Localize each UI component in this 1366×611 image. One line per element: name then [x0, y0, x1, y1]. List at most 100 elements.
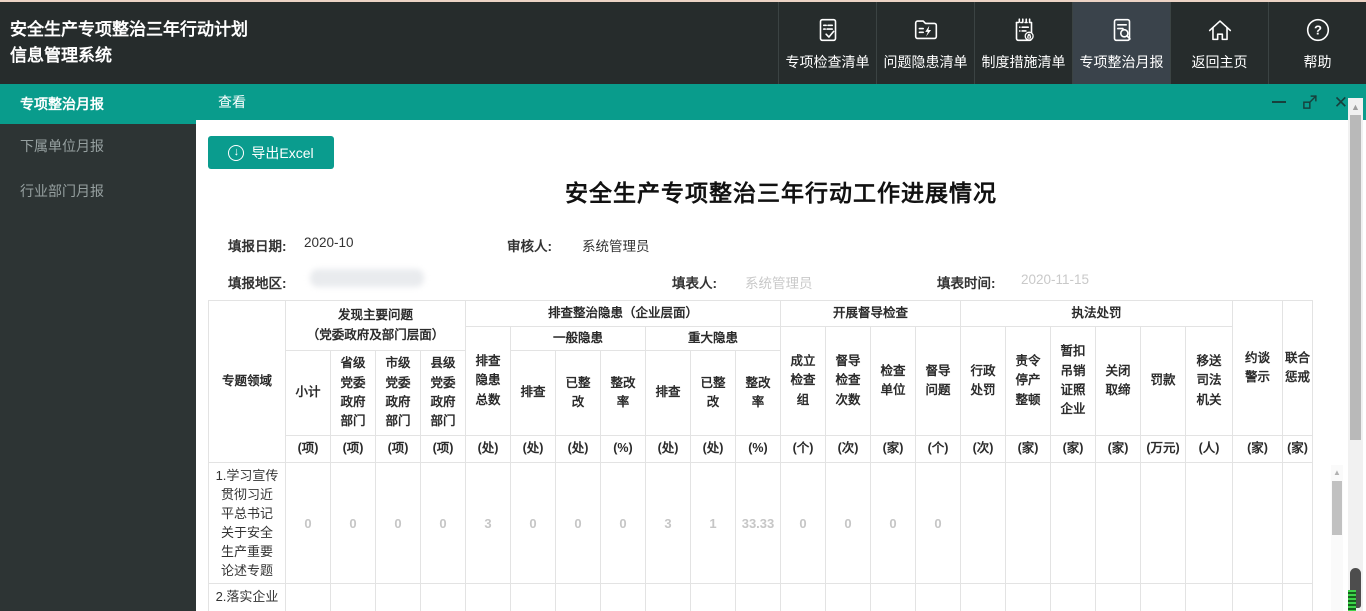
- value-cell: 3: [646, 463, 691, 584]
- export-excel-label: 导出Excel: [251, 143, 313, 163]
- value-cell: [691, 584, 736, 611]
- value-cell: [1096, 463, 1141, 584]
- value-cell: 0: [781, 463, 826, 584]
- value-cell: 0: [421, 463, 466, 584]
- value-cell: 0: [331, 463, 376, 584]
- unit-cell: (处): [691, 436, 736, 463]
- header-provincial: 省级 党委 政府 部门: [331, 351, 376, 436]
- header-supervision-issues: 督导 问题: [916, 327, 961, 436]
- close-icon[interactable]: ✕: [1334, 94, 1348, 111]
- value-cell: [916, 584, 961, 611]
- grip-stripes-decoration: [1348, 590, 1356, 611]
- header-stop-production: 责令 停产 整顿: [1006, 327, 1051, 436]
- header-admin-penalty: 行政 处罚: [961, 327, 1006, 436]
- inspection-checklist-icon: [813, 15, 843, 45]
- header-group-major-hazards: 重大隐患: [646, 327, 781, 351]
- sidebar-item-special-rectification-monthly-report[interactable]: 专项整治月报: [0, 84, 196, 124]
- unit-cell: (家): [1283, 436, 1313, 463]
- header-suspend-license: 暂扣 吊销 证照 企业: [1051, 327, 1096, 436]
- value-cell: [1006, 463, 1051, 584]
- unit-cell: (处): [466, 436, 511, 463]
- header-check-groups: 成立 检查 组: [781, 327, 826, 436]
- header-interview-warning: 约谈 警示: [1233, 301, 1283, 436]
- value-cell: 1: [691, 463, 736, 584]
- value-cell: [421, 584, 466, 611]
- value-cell: 0: [376, 463, 421, 584]
- unit-cell: (次): [826, 436, 871, 463]
- page-scrollbar-thumb[interactable]: [1350, 115, 1361, 440]
- table-scrollbar[interactable]: ▲: [1331, 465, 1343, 611]
- unit-cell: (%): [736, 436, 781, 463]
- value-cell: 0: [871, 463, 916, 584]
- top-nav: 专项检查清单 问题隐患清单: [778, 2, 1366, 84]
- nav-item-help[interactable]: ? 帮助: [1268, 2, 1366, 84]
- minimize-icon[interactable]: [1272, 101, 1286, 103]
- header-group-problems: 发现主要问题 （党委政府及部门层面）: [286, 301, 466, 351]
- scroll-up-icon[interactable]: ▲: [1331, 465, 1343, 477]
- unit-cell: (%): [601, 436, 646, 463]
- unit-cell: (项): [376, 436, 421, 463]
- value-cell: 0: [826, 463, 871, 584]
- export-excel-button[interactable]: ↓ 导出Excel: [208, 136, 334, 169]
- header-shutdown: 关闭 取缔: [1096, 327, 1141, 436]
- form-filler-value: 系统管理员: [745, 272, 813, 292]
- value-cell: 0: [601, 463, 646, 584]
- unit-row: (项) (项) (项) (项) (处) (处) (处) (%) (处) (处) …: [209, 436, 1313, 463]
- value-cell: [1233, 463, 1283, 584]
- value-cell: [1186, 463, 1233, 584]
- app-title: 安全生产专项整治三年行动计划 信息管理系统: [0, 2, 248, 84]
- nav-item-home[interactable]: 返回主页: [1170, 2, 1268, 84]
- header-group-hazards: 排查整治隐患（企业层面）: [466, 301, 781, 327]
- value-cell: [331, 584, 376, 611]
- page-scrollbar[interactable]: ▲: [1348, 98, 1363, 611]
- header-topic: 专题领域: [209, 301, 286, 463]
- svg-text:?: ?: [1313, 22, 1321, 37]
- nav-item-measures-list[interactable]: 制度措施清单: [974, 2, 1072, 84]
- issue-hazard-list-icon: [911, 15, 941, 45]
- nav-item-issue-hazard-list[interactable]: 问题隐患清单: [876, 2, 974, 84]
- fill-time-value: 2020-11-15: [1021, 272, 1089, 287]
- header-group-enforcement: 执法处罚: [961, 301, 1233, 327]
- value-cell: [736, 584, 781, 611]
- header-hazard-total: 排查 隐患 总数: [466, 327, 511, 436]
- nav-item-monthly-report[interactable]: 专项整治月报: [1072, 2, 1170, 84]
- value-cell: [1096, 584, 1141, 611]
- scroll-up-icon[interactable]: ▲: [1348, 98, 1363, 112]
- view-tab-bar: 查看 ✕: [196, 84, 1366, 120]
- progress-table-grid: 专题领域 发现主要问题 （党委政府及部门层面） 排查整治隐患（企业层面） 开展督…: [208, 300, 1313, 611]
- report-date-value: 2020-10: [304, 235, 354, 250]
- sidebar-item-industry-department-monthly-report[interactable]: 行业部门月报: [0, 169, 196, 214]
- header-major-rate: 整改 率: [736, 351, 781, 436]
- value-cell: [1051, 463, 1096, 584]
- table-row: 1.学习宣传 贯彻习近 平总书记 关于安全 生产重要 论述专题 0 0 0 0 …: [209, 463, 1313, 584]
- value-cell: [286, 584, 331, 611]
- reviewer-label: 审核人:: [507, 235, 552, 255]
- report-region-redacted: [310, 269, 424, 287]
- header-judicial-transfer: 移送 司法 机关: [1186, 327, 1233, 436]
- unit-cell: (处): [556, 436, 601, 463]
- value-cell: [1186, 584, 1233, 611]
- value-cell: [511, 584, 556, 611]
- value-cell: [1233, 584, 1283, 611]
- progress-table: 专题领域 发现主要问题 （党委政府及部门层面） 排查整治隐患（企业层面） 开展督…: [208, 300, 1330, 611]
- value-cell: 0: [916, 463, 961, 584]
- header-checked-units: 检查 单位: [871, 327, 916, 436]
- nav-item-label: 专项检查清单: [786, 52, 870, 72]
- value-cell: 3: [466, 463, 511, 584]
- monthly-report-icon: [1107, 15, 1137, 45]
- unit-cell: (个): [781, 436, 826, 463]
- nav-item-label: 问题隐患清单: [884, 52, 968, 72]
- nav-item-inspection-checklist[interactable]: 专项检查清单: [778, 2, 876, 84]
- value-cell: [1051, 584, 1096, 611]
- header-general-rate: 整改 率: [601, 351, 646, 436]
- header-group-general-hazards: 一般隐患: [511, 327, 646, 351]
- maximize-icon[interactable]: [1301, 93, 1319, 111]
- sidebar-item-subordinate-unit-monthly-report[interactable]: 下属单位月报: [0, 124, 196, 169]
- table-scrollbar-thumb[interactable]: [1332, 481, 1342, 535]
- unit-cell: (万元): [1141, 436, 1186, 463]
- value-cell: [781, 584, 826, 611]
- header-supervision-count: 督导 检查 次数: [826, 327, 871, 436]
- nav-item-label: 返回主页: [1192, 52, 1248, 72]
- app-title-line1: 安全生产专项整治三年行动计划: [10, 17, 248, 43]
- header-subtotal: 小计: [286, 351, 331, 436]
